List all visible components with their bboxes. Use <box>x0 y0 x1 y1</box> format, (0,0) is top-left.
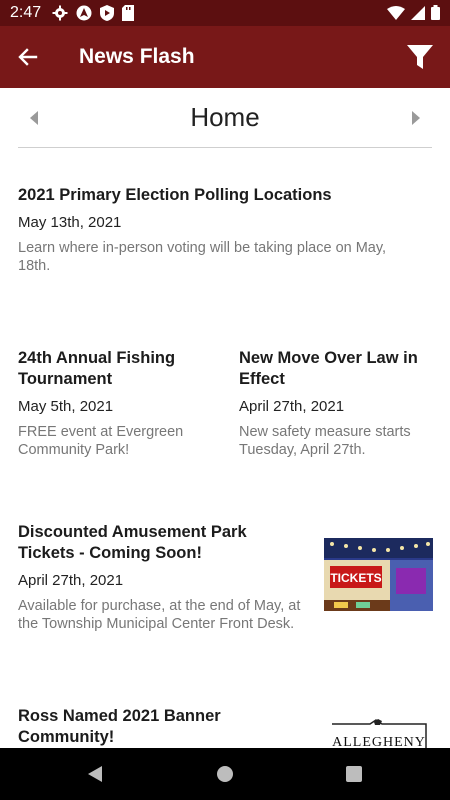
gear-icon <box>52 5 68 26</box>
allegheny-logo: ALLEGHENY <box>326 718 432 748</box>
news-item-move-over-law[interactable]: New Move Over Law in Effect April 27th, … <box>239 348 434 459</box>
tickets-image: TICKETS <box>324 538 433 611</box>
news-item-amusement-park-tickets[interactable]: Discounted Amusement Park Tickets - Comi… <box>18 522 303 633</box>
news-item-date: May 5th, 2021 <box>18 398 114 415</box>
news-item-title: New Move Over Law in Effect <box>239 349 418 388</box>
filter-button[interactable] <box>402 39 438 75</box>
status-left-icons <box>52 5 134 26</box>
next-section-button[interactable] <box>408 110 424 126</box>
allegheny-logo-text: ALLEGHENY <box>332 735 426 748</box>
battery-icon <box>431 5 440 25</box>
section-header: Home <box>0 88 450 148</box>
nav-home-button[interactable] <box>215 764 235 784</box>
news-item-description: Available for purchase, at the end of Ma… <box>18 598 301 632</box>
news-item-title: Discounted Amusement Park Tickets - Comi… <box>18 523 247 562</box>
shield-play-icon <box>100 5 114 26</box>
status-time: 2:47 <box>10 4 42 21</box>
nav-recents-button[interactable] <box>344 764 364 784</box>
news-item-banner-community[interactable]: Ross Named 2021 Banner Community! <box>18 706 303 748</box>
news-item-description: Learn where in-person voting will be tak… <box>18 240 387 274</box>
news-item-title: Ross Named 2021 Banner Community! <box>18 707 221 746</box>
news-item-polling-locations[interactable]: 2021 Primary Election Polling Locations … <box>18 185 418 275</box>
app-bar: News Flash <box>0 26 450 88</box>
arrow-left-icon <box>18 48 38 66</box>
wifi-icon <box>387 5 405 25</box>
system-nav-bar <box>0 748 450 800</box>
news-item-fishing-tournament[interactable]: 24th Annual Fishing Tournament May 5th, … <box>18 348 216 459</box>
news-item-date: May 13th, 2021 <box>18 214 122 231</box>
tickets-thumbnail[interactable]: TICKETS <box>324 538 433 611</box>
news-item-date: April 27th, 2021 <box>18 572 124 589</box>
news-item-date: April 27th, 2021 <box>239 398 345 415</box>
news-item-description: New safety measure starts Tuesday, April… <box>239 424 411 458</box>
recents-square-icon <box>346 766 362 782</box>
home-circle-icon <box>217 766 233 782</box>
section-divider <box>18 147 432 148</box>
section-title: Home <box>190 102 260 132</box>
status-right-icons <box>387 5 440 25</box>
nav-back-button[interactable] <box>85 764 105 784</box>
back-button[interactable] <box>10 39 46 75</box>
allegheny-thumbnail[interactable]: ALLEGHENY <box>326 718 432 748</box>
tickets-sign-text: TICKETS <box>330 571 381 585</box>
caret-right-icon <box>412 111 420 125</box>
sd-card-icon <box>122 5 134 26</box>
signal-icon <box>411 5 425 25</box>
news-item-title: 2021 Primary Election Polling Locations <box>18 186 332 204</box>
filter-icon <box>407 45 433 69</box>
back-triangle-icon <box>88 766 102 782</box>
page-title: News Flash <box>79 45 195 68</box>
news-item-description: FREE event at Evergreen Community Park! <box>18 424 184 458</box>
autopilot-icon <box>76 5 92 26</box>
status-bar: 2:47 <box>0 0 450 26</box>
news-item-title: 24th Annual Fishing Tournament <box>18 349 176 388</box>
